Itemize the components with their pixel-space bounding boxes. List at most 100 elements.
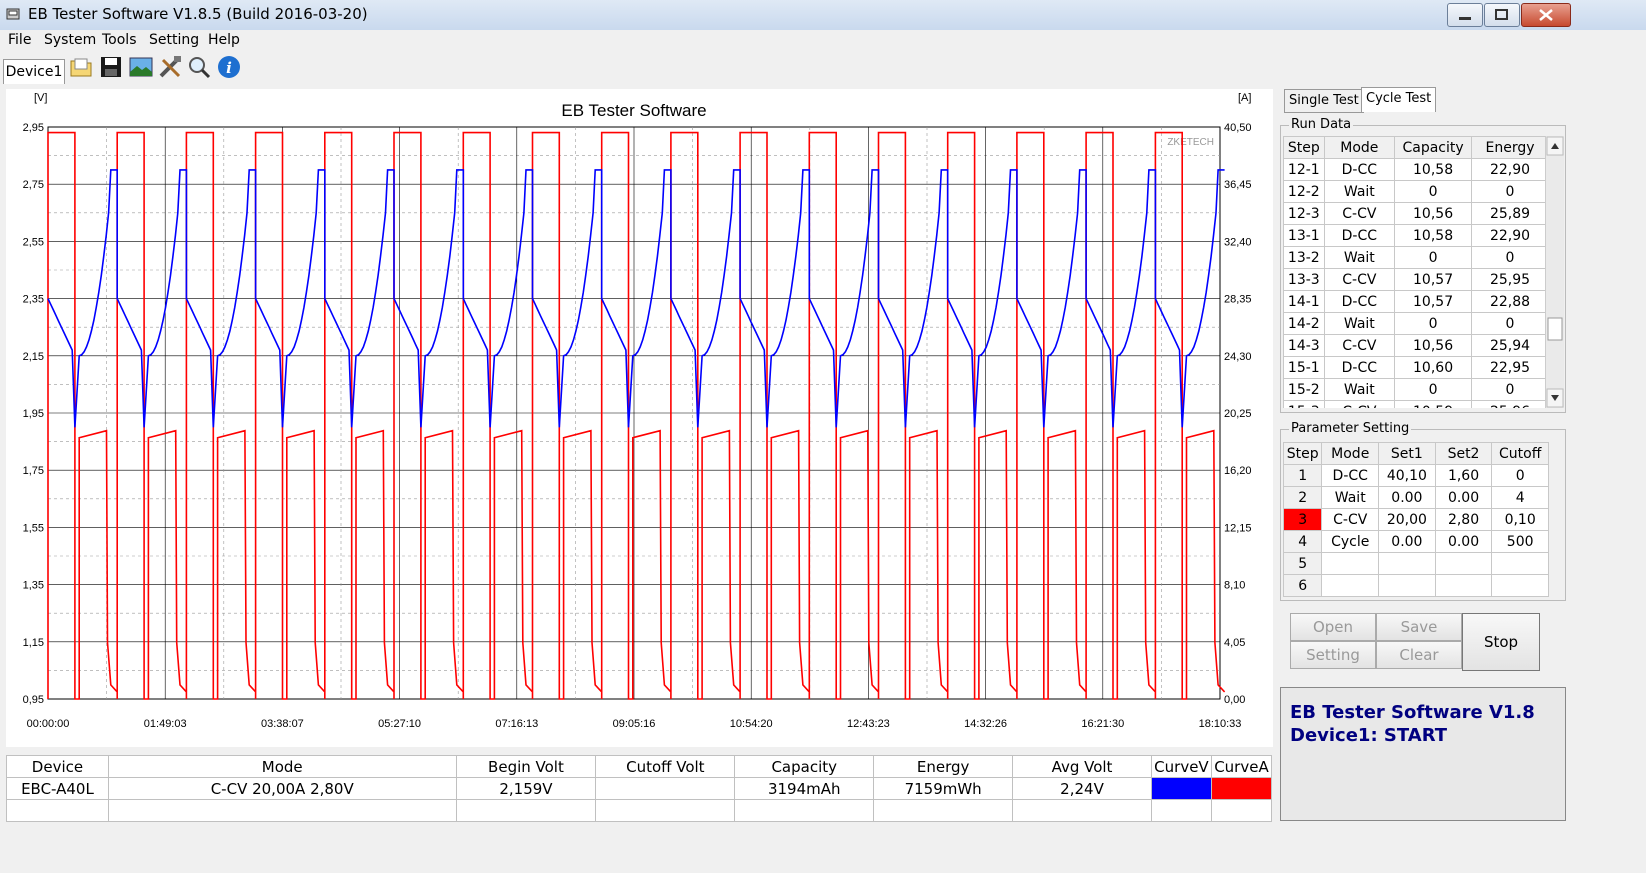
y-tick-right: 28,35 <box>1224 294 1252 306</box>
param-cell <box>1434 574 1493 597</box>
x-tick: 18:10:33 <box>1199 718 1242 730</box>
table-row[interactable]: 13-3 C-CV 10,57 25,95 <box>1283 268 1549 291</box>
table-row[interactable]: 15-3C-CV10,5925,96 <box>1283 400 1549 408</box>
save-icon[interactable] <box>98 54 124 80</box>
table-row[interactable]: 6 <box>1282 574 1549 597</box>
run-cell: 14-2 <box>1283 312 1325 335</box>
y-tick-right: 24,30 <box>1224 351 1252 363</box>
run-cell: 15-3 <box>1283 400 1325 408</box>
table-row[interactable]: 15-1 D-CC 10,60 22,95 <box>1283 356 1549 379</box>
table-row[interactable]: 3 C-CV 20,00 2,80 0,10 <box>1282 508 1549 531</box>
param-cell <box>1434 552 1493 575</box>
tools-icon[interactable] <box>157 54 183 80</box>
y-tick-left: 1,35 <box>23 580 44 592</box>
table-row[interactable]: 14-2 Wait 0 0 <box>1283 312 1549 335</box>
table-row[interactable]: 15-2 Wait 0 0 <box>1283 378 1549 401</box>
table-row[interactable]: 13-2 Wait 0 0 <box>1283 246 1549 269</box>
clear-button[interactable]: Clear <box>1376 641 1462 669</box>
param-cell: Cycle <box>1321 530 1380 553</box>
param-cell: 1 <box>1282 464 1323 487</box>
table-row[interactable]: 1 D-CC 40,10 1,60 0 <box>1282 464 1549 487</box>
y-axis-label-left: [V] <box>34 92 47 104</box>
menu-help[interactable]: Help <box>208 32 240 48</box>
minimize-button[interactable] <box>1447 3 1483 27</box>
param-cell: 2 <box>1282 486 1323 509</box>
table-row[interactable]: 5 <box>1282 552 1549 575</box>
run-cell: 10,58 <box>1394 224 1473 247</box>
restore-button[interactable] <box>1484 3 1520 27</box>
menu-tools[interactable]: Tools <box>102 32 137 48</box>
run-cell: 22,95 <box>1471 356 1549 379</box>
table-row[interactable]: 2 Wait 0.00 0.00 4 <box>1282 486 1549 509</box>
search-icon[interactable] <box>186 54 212 80</box>
stop-button[interactable]: Stop <box>1462 613 1540 671</box>
x-tick: 01:49:03 <box>144 718 187 730</box>
menu-system[interactable]: System <box>44 32 96 48</box>
run-cell: 10,58 <box>1394 158 1473 181</box>
close-icon <box>1539 9 1553 21</box>
table-row[interactable]: 12-3 C-CV 10,56 25,89 <box>1283 202 1549 225</box>
y-tick-right: 12,15 <box>1224 522 1252 534</box>
x-tick: 05:27:10 <box>378 718 421 730</box>
summary-header-cell: CurveA <box>1210 755 1273 778</box>
param-cell: 0 <box>1491 464 1549 487</box>
open-button[interactable]: Open <box>1290 613 1376 641</box>
param-cell <box>1378 552 1436 575</box>
empty-cell <box>1012 799 1152 822</box>
param-cell: 1,60 <box>1434 464 1493 487</box>
y-tick-left: 0,95 <box>23 694 44 706</box>
run-cell: 10,57 <box>1394 268 1473 291</box>
table-row[interactable]: 13-1 D-CC 10,58 22,90 <box>1283 224 1549 247</box>
y-tick-left: 2,15 <box>23 351 44 363</box>
table-row[interactable]: 12-1 D-CC 10,58 22,90 <box>1283 158 1549 181</box>
run-cell: C-CV <box>1323 202 1396 225</box>
param-cell: 20,00 <box>1378 508 1436 531</box>
svg-text:i: i <box>226 59 232 77</box>
menu-setting[interactable]: Setting <box>149 32 199 48</box>
run-cell: D-CC <box>1323 224 1396 247</box>
y-tick-left: 2,95 <box>23 122 44 134</box>
device-tab[interactable]: Device1 <box>3 59 65 84</box>
table-row[interactable]: 4 Cycle 0.00 0.00 500 <box>1282 530 1549 553</box>
y-tick-right: 4,05 <box>1224 637 1245 649</box>
empty-cell <box>6 799 109 822</box>
table-row[interactable]: 12-2 Wait 0 0 <box>1283 180 1549 203</box>
table-row[interactable]: 14-1 D-CC 10,57 22,88 <box>1283 290 1549 313</box>
run-cell: C-CV <box>1323 334 1396 357</box>
scroll-thumb <box>1547 317 1563 341</box>
run-cell: Wait <box>1323 246 1396 269</box>
param-cell: D-CC <box>1321 464 1380 487</box>
run-cell: 25,89 <box>1471 202 1549 225</box>
open-folder-icon[interactable] <box>68 54 94 80</box>
run-cell: 25,96 <box>1471 400 1549 408</box>
y-tick-right: 8,10 <box>1224 580 1245 592</box>
menu-file[interactable]: File <box>8 32 31 48</box>
close-button[interactable] <box>1521 3 1571 27</box>
summary-header-cell: Capacity <box>734 755 875 778</box>
y-tick-right: 36,45 <box>1224 179 1252 191</box>
run-cell: 14-1 <box>1283 290 1325 313</box>
run-cell: 10,56 <box>1394 334 1473 357</box>
run-cell: 22,88 <box>1471 290 1549 313</box>
picture-icon[interactable] <box>128 54 154 80</box>
y-tick-left: 1,75 <box>23 465 44 477</box>
save-button[interactable]: Save <box>1376 613 1462 641</box>
run-cell: 25,94 <box>1471 334 1549 357</box>
run-cell: 12-1 <box>1283 158 1325 181</box>
run-data-scrollbar[interactable] <box>1545 136 1564 408</box>
x-tick: 16:21:30 <box>1081 718 1124 730</box>
toolbar: Device1 i <box>0 51 1646 87</box>
info-icon[interactable]: i <box>216 54 242 80</box>
run-cell: Wait <box>1323 378 1396 401</box>
y-tick-right: 32,40 <box>1224 236 1252 248</box>
window-title: EB Tester Software V1.8.5 (Build 2016-03… <box>28 5 368 23</box>
param-cell: 0.00 <box>1434 530 1493 553</box>
status-box: EB Tester Software V1.8 Device1: START <box>1280 687 1566 821</box>
tab-cycle-test[interactable]: Cycle Test <box>1361 87 1437 112</box>
table-row[interactable]: 14-3 C-CV 10,56 25,94 <box>1283 334 1549 357</box>
setting-button[interactable]: Setting <box>1290 641 1376 669</box>
summary-header-cell: Energy <box>873 755 1014 778</box>
tab-single-test[interactable]: Single Test <box>1284 89 1364 113</box>
param-cell <box>1321 552 1380 575</box>
param-cell: 40,10 <box>1378 464 1436 487</box>
